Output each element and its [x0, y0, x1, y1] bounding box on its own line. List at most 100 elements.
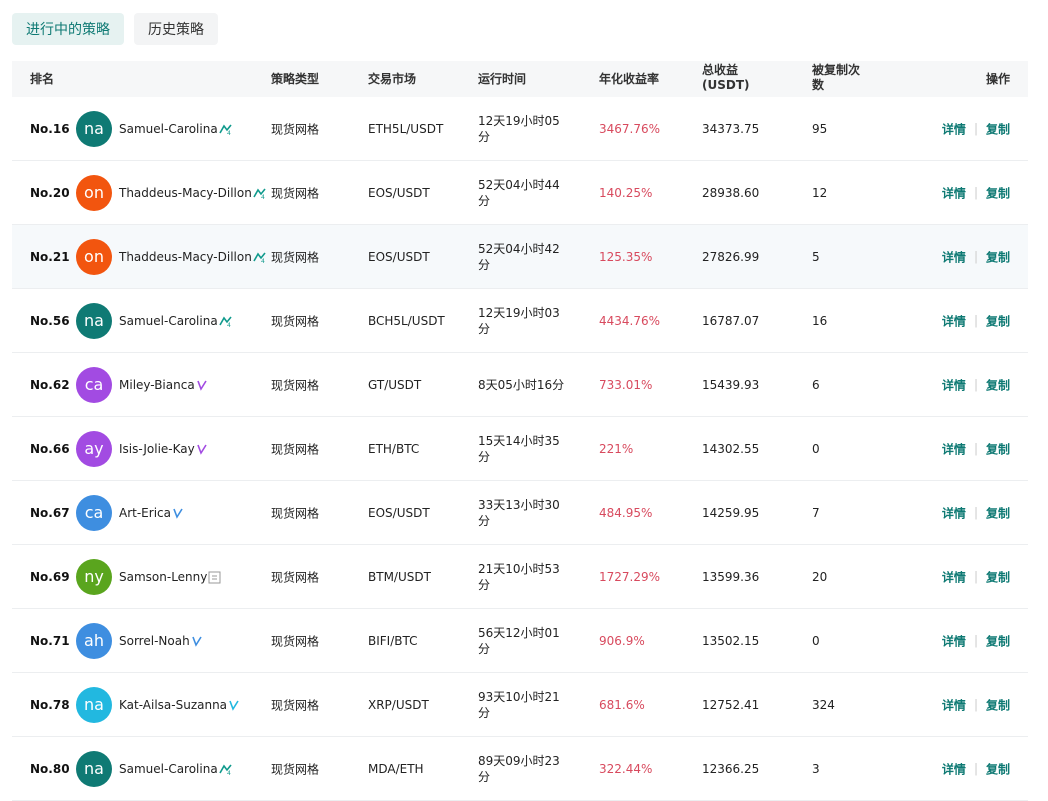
trader-name-text[interactable]: Kat-Ailsa-Suzanna	[119, 698, 227, 712]
rank-label: No.21	[30, 249, 70, 264]
trader-name[interactable]: Samuel-Carolina 4	[119, 314, 233, 329]
runtime: 56天12小时01 分	[478, 625, 568, 657]
avatar[interactable]: ca	[76, 494, 112, 531]
detail-link[interactable]: 详情	[942, 312, 966, 329]
trader-name-text[interactable]: Samuel-Carolina	[119, 122, 218, 136]
runtime-line1: 15天14小时35	[478, 433, 560, 448]
copy-link[interactable]: 复制	[986, 248, 1010, 265]
strategy-type: 现货网格	[271, 634, 320, 648]
copy-link[interactable]: 复制	[986, 760, 1010, 777]
avatar[interactable]: na	[76, 750, 112, 787]
trader-name[interactable]: Samuel-Carolina 4	[119, 122, 233, 137]
level-badge-icon	[172, 507, 186, 519]
trader-name[interactable]: Kat-Ailsa-Suzanna	[119, 698, 242, 712]
rank-label: No.80	[30, 761, 70, 776]
avatar[interactable]: na	[76, 302, 112, 339]
annualized-return: 322.44%	[599, 761, 653, 776]
table-row: No.71 ah Sorrel-Noah 现货网格 BIFI/BTC 56天12…	[12, 609, 1028, 673]
column-header-rank: 排名	[30, 71, 55, 86]
avatar[interactable]: ay	[76, 430, 112, 467]
copy-link[interactable]: 复制	[986, 440, 1010, 457]
copy-link[interactable]: 复制	[986, 568, 1010, 585]
copy-count: 12	[812, 185, 828, 200]
strategy-type: 现货网格	[271, 570, 320, 584]
strategy-type: 现货网格	[271, 442, 320, 456]
copy-link[interactable]: 复制	[986, 312, 1010, 329]
avatar[interactable]: on	[76, 174, 112, 211]
row-actions: 详情 | 复制	[942, 248, 1010, 265]
copy-link[interactable]: 复制	[986, 184, 1010, 201]
avatar[interactable]: na	[76, 110, 112, 147]
trader-name-text[interactable]: Art-Erica	[119, 506, 171, 520]
strategy-type: 现货网格	[271, 698, 320, 712]
action-separator: |	[973, 697, 978, 712]
rank-label: No.16	[30, 121, 70, 136]
trader-name[interactable]: Sorrel-Noah	[119, 634, 205, 648]
detail-link[interactable]: 详情	[942, 376, 966, 393]
avatar[interactable]: ah	[76, 622, 112, 659]
level-badge-icon	[228, 699, 242, 711]
annualized-return: 221%	[599, 441, 634, 456]
detail-link[interactable]: 详情	[942, 504, 966, 521]
total-profit: 16787.07	[702, 313, 760, 328]
trader-name-text[interactable]: Isis-Jolie-Kay	[119, 442, 195, 456]
avatar[interactable]: ca	[76, 366, 112, 403]
runtime: 15天14小时35 分	[478, 433, 568, 465]
detail-link[interactable]: 详情	[942, 696, 966, 713]
strategy-type: 现货网格	[271, 762, 320, 776]
level-badge-icon	[191, 635, 205, 647]
copy-link[interactable]: 复制	[986, 120, 1010, 137]
trader-name-text[interactable]: Thaddeus-Macy-Dillon	[119, 250, 252, 264]
table-body: No.16 na Samuel-Carolina 4 现货网格 ETH5L/US…	[12, 97, 1028, 801]
trader-name-text[interactable]: Samuel-Carolina	[119, 762, 218, 776]
trader-name[interactable]: Miley-Bianca	[119, 378, 210, 392]
annualized-return: 906.9%	[599, 633, 645, 648]
detail-link[interactable]: 详情	[942, 248, 966, 265]
strategy-type: 现货网格	[271, 122, 320, 136]
trader-name-text[interactable]: Samson-Lenny	[119, 570, 207, 584]
trader-name-text[interactable]: Miley-Bianca	[119, 378, 195, 392]
trader-name-text[interactable]: Thaddeus-Macy-Dillon	[119, 186, 252, 200]
rank-label: No.56	[30, 313, 70, 328]
rank-label: No.66	[30, 441, 70, 456]
trader-name[interactable]: Thaddeus-Macy-Dillon 4	[119, 250, 267, 265]
copy-link[interactable]: 复制	[986, 504, 1010, 521]
trader-name-text[interactable]: Sorrel-Noah	[119, 634, 190, 648]
avatar[interactable]: ny	[76, 558, 112, 595]
detail-link[interactable]: 详情	[942, 760, 966, 777]
runtime-line2: 分	[478, 129, 491, 144]
detail-link[interactable]: 详情	[942, 632, 966, 649]
copy-link[interactable]: 复制	[986, 376, 1010, 393]
runtime: 52天04小时44 分	[478, 177, 568, 209]
avatar[interactable]: on	[76, 238, 112, 275]
runtime-line1: 12天19小时05	[478, 113, 560, 128]
total-profit: 13502.15	[702, 633, 760, 648]
tab-running-strategies[interactable]: 进行中的策略	[12, 13, 124, 45]
copy-link[interactable]: 复制	[986, 696, 1010, 713]
trader-name[interactable]: Isis-Jolie-Kay	[119, 442, 210, 456]
row-actions: 详情 | 复制	[942, 504, 1010, 521]
level-badge-icon	[196, 443, 210, 455]
avatar[interactable]: na	[76, 686, 112, 723]
copy-link[interactable]: 复制	[986, 632, 1010, 649]
trading-market: EOS/USDT	[368, 249, 430, 264]
detail-link[interactable]: 详情	[942, 568, 966, 585]
runtime-line1: 12天19小时03	[478, 305, 560, 320]
detail-link[interactable]: 详情	[942, 440, 966, 457]
action-separator: |	[973, 121, 978, 136]
column-header-actions: 操作	[985, 71, 1010, 86]
detail-link[interactable]: 详情	[942, 184, 966, 201]
trader-name[interactable]: Samuel-Carolina 4	[119, 762, 233, 777]
detail-link[interactable]: 详情	[942, 120, 966, 137]
annualized-return: 125.35%	[599, 249, 653, 264]
trader-name[interactable]: Thaddeus-Macy-Dillon 4	[119, 186, 267, 201]
table-row: No.66 ay Isis-Jolie-Kay 现货网格 ETH/BTC 15天…	[12, 417, 1028, 481]
total-profit: 15439.93	[702, 377, 760, 392]
trader-name[interactable]: Samson-Lenny	[119, 570, 222, 584]
trader-name-text[interactable]: Samuel-Carolina	[119, 314, 218, 328]
strategy-type: 现货网格	[271, 250, 320, 264]
total-profit: 14259.95	[702, 505, 760, 520]
box-badge-icon	[208, 571, 222, 583]
trader-name[interactable]: Art-Erica	[119, 506, 186, 520]
tab-history-strategies[interactable]: 历史策略	[134, 13, 218, 45]
